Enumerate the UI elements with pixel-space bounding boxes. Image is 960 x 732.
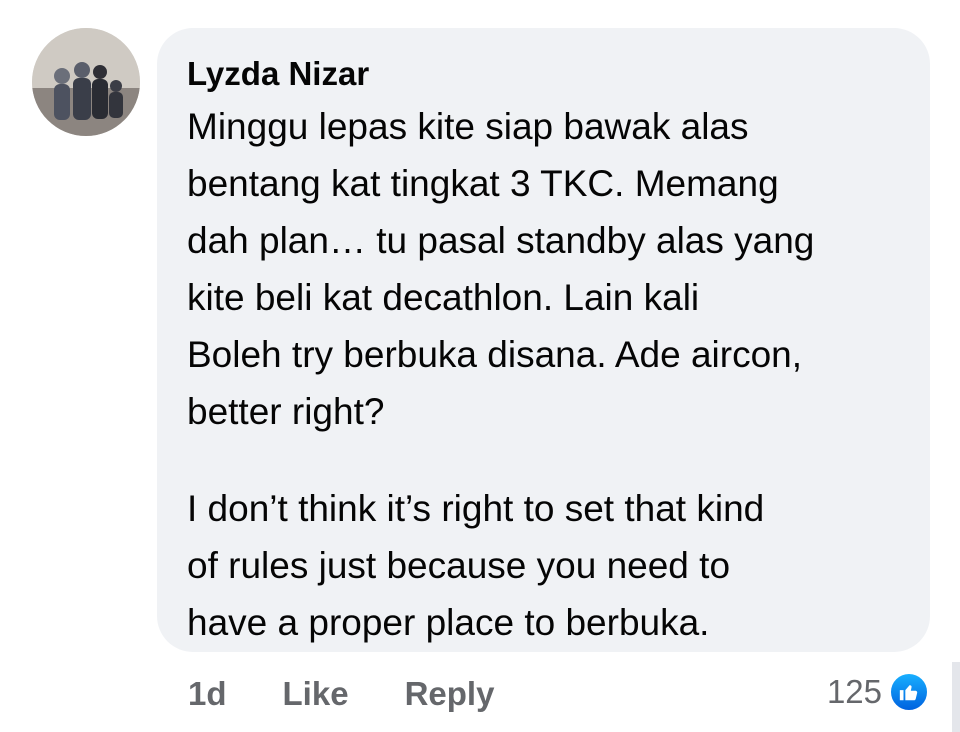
avatar[interactable] [32, 28, 140, 136]
comment: Lyzda Nizar Minggu lepas kite siap bawak… [0, 0, 960, 732]
like-button[interactable]: Like [283, 675, 349, 713]
reply-button[interactable]: Reply [405, 675, 495, 713]
reaction-summary[interactable]: 125 [827, 668, 930, 716]
comment-actions: 1d Like Reply [188, 672, 550, 716]
comment-paragraph: I don’t think it’s right to set that kin… [187, 488, 765, 643]
avatar-photo [32, 28, 140, 136]
thumbs-up-icon [888, 671, 930, 713]
comment-paragraph: Minggu lepas kite siap bawak alas bentan… [187, 106, 815, 432]
comment-author[interactable]: Lyzda Nizar [187, 54, 900, 94]
comment-timestamp[interactable]: 1d [188, 675, 227, 713]
scroll-edge [952, 662, 960, 732]
comment-bubble: Lyzda Nizar Minggu lepas kite siap bawak… [157, 28, 930, 652]
reaction-count: 125 [826, 673, 882, 710]
